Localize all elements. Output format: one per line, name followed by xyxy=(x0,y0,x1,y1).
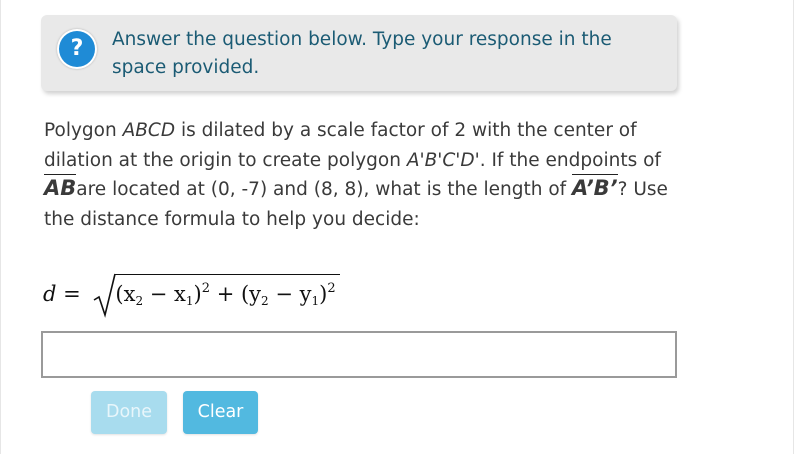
formula-term: (x xyxy=(115,282,136,306)
radical-sign-icon xyxy=(93,273,117,318)
formula-subscript: 1 xyxy=(311,294,320,308)
question-text-part: Polygon xyxy=(44,120,123,141)
clear-button[interactable]: Clear xyxy=(183,391,258,434)
formula-term: ) xyxy=(193,282,202,306)
done-button[interactable]: Done xyxy=(91,391,167,434)
radicand: (x2 − x1)2 + (y2 − y1)2 xyxy=(115,274,340,308)
formula-subscript: 2 xyxy=(135,294,144,308)
question-page: ? Answer the question below. Type your r… xyxy=(0,0,794,454)
formula-term: − y xyxy=(268,282,312,306)
question-mark-glyph: ? xyxy=(59,31,95,67)
formula-d-equals: d = xyxy=(43,282,81,306)
formula-term: − x xyxy=(143,282,186,306)
instruction-banner: ? Answer the question below. Type your r… xyxy=(41,15,677,91)
image-polygon-name: A'B'C'D' xyxy=(406,149,480,171)
question-text-part: . If the endpoints of xyxy=(479,149,661,171)
segment-a-prime-b-prime: A’B’ xyxy=(572,174,618,200)
help-icon[interactable]: ? xyxy=(57,29,97,69)
formula-subscript: 1 xyxy=(185,294,194,308)
square-root: (x2 − x1)2 + (y2 − y1)2 xyxy=(93,272,340,318)
distance-formula: d = (x2 − x1)2 + (y2 − y1)2 xyxy=(43,272,340,320)
formula-exponent: 2 xyxy=(327,281,336,296)
instruction-text: Answer the question below. Type your res… xyxy=(112,29,612,78)
polygon-name: ABCD xyxy=(122,120,176,141)
question-text: Polygon ABCD is dilated by a scale facto… xyxy=(44,116,684,234)
segment-ab: AB xyxy=(44,174,77,200)
formula-term: + (y xyxy=(210,282,262,306)
formula-subscript: 2 xyxy=(261,294,269,308)
formula-exponent: 2 xyxy=(201,281,211,296)
formula-lhs: d = xyxy=(43,282,81,306)
question-text-part: are located at (0, -7) and (8, 8), what … xyxy=(76,179,573,200)
answer-input[interactable] xyxy=(41,331,677,378)
